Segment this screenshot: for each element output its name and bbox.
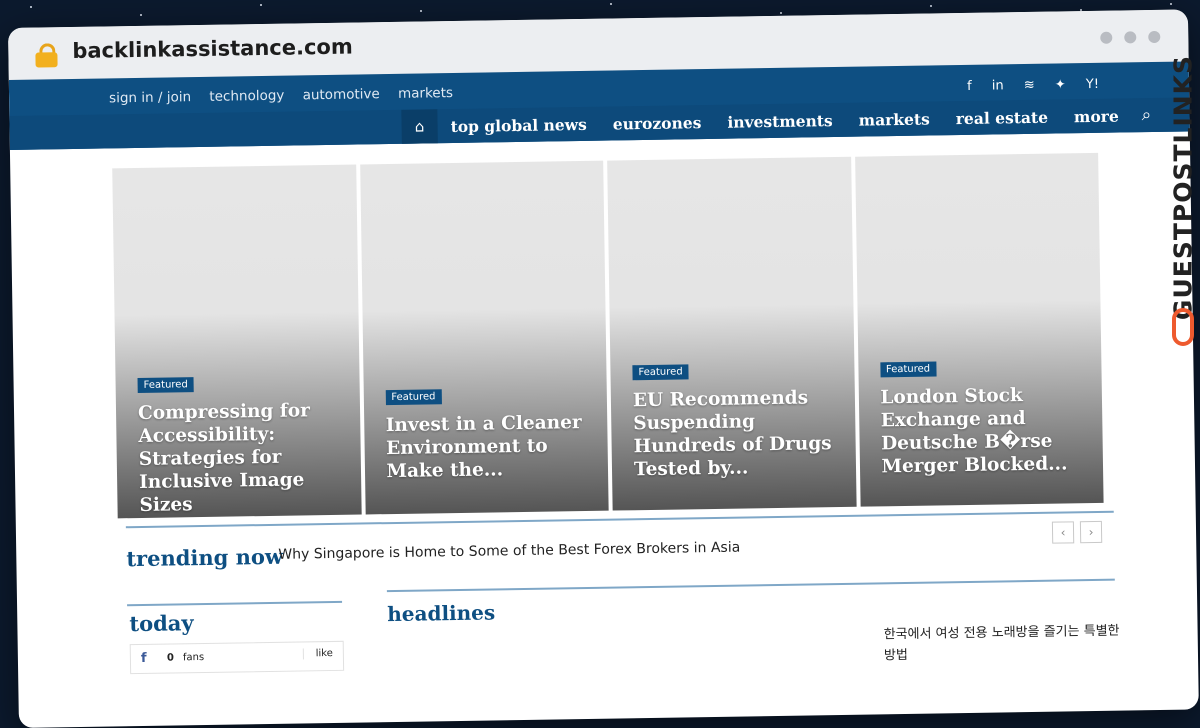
nav-markets[interactable]: markets — [846, 109, 943, 130]
featured-title[interactable]: London Stock Exchange and Deutsche B�rse… — [880, 383, 1089, 478]
featured-card[interactable]: Featured EU Recommends Suspending Hundre… — [607, 156, 857, 511]
nav-eurozones[interactable]: eurozones — [600, 112, 715, 133]
yahoo-icon[interactable]: Y! — [1086, 77, 1099, 92]
featured-grid: Featured Compressing for Accessibility: … — [112, 152, 1104, 519]
link-icon — [1172, 308, 1194, 346]
fans-label: fans — [182, 651, 205, 664]
nav-top-global-news[interactable]: top global news — [437, 114, 599, 136]
featured-badge: Featured — [137, 377, 194, 394]
linkedin-icon[interactable]: in — [992, 78, 1004, 93]
featured-title[interactable]: Invest in a Cleaner Environment to Make … — [386, 411, 595, 483]
twitter-icon[interactable]: ✦ — [1055, 77, 1066, 92]
nav-real-estate[interactable]: real estate — [943, 107, 1061, 128]
featured-badge: Featured — [632, 364, 689, 381]
watermark-text: GUESTPOSTLINKS — [1168, 54, 1198, 321]
facebook-icon: f — [140, 650, 147, 666]
featured-title[interactable]: EU Recommends Suspending Hundreds of Dru… — [633, 386, 842, 481]
divider — [386, 578, 1115, 593]
featured-badge: Featured — [879, 361, 937, 378]
divider — [127, 600, 343, 607]
facebook-icon[interactable]: f — [967, 79, 972, 94]
lock-icon — [34, 43, 58, 68]
nav-investments[interactable]: investments — [714, 110, 846, 132]
featured-card[interactable]: Featured Invest in a Cleaner Environment… — [359, 160, 609, 515]
home-icon[interactable]: ⌂ — [401, 109, 438, 144]
topnav-markets[interactable]: markets — [398, 85, 453, 102]
facebook-fans-box: f 0 fans like — [129, 640, 345, 675]
nav-more[interactable]: more — [1061, 106, 1132, 126]
window-dot-icon[interactable] — [1148, 30, 1161, 44]
headline-item[interactable]: 한국에서 여성 전용 노래방을 즐기는 특별한 방법 — [883, 621, 1124, 667]
window-controls — [1088, 28, 1161, 48]
featured-card[interactable]: Featured Compressing for Accessibility: … — [112, 164, 362, 519]
rss-icon[interactable]: ≋ — [1024, 78, 1035, 93]
topnav-technology[interactable]: technology — [209, 88, 284, 105]
chevron-left-icon[interactable]: ‹ — [1051, 521, 1075, 544]
watermark: GUESTPOSTLINKS — [1168, 55, 1198, 358]
featured-badge: Featured — [385, 389, 442, 406]
fans-count: 0 — [166, 652, 174, 664]
featured-title[interactable]: Compressing for Accessibility: Strategie… — [138, 399, 347, 517]
signin-link[interactable]: sign in / join — [109, 89, 191, 106]
main-nav: ⌂ top global news eurozones investments … — [401, 98, 1161, 144]
trending-label: trending now — [126, 543, 284, 572]
social-links: f in ≋ ✦ Y! — [951, 77, 1099, 94]
top-nav: sign in / join technology automotive mar… — [109, 85, 467, 106]
window-dot-icon[interactable] — [1124, 31, 1137, 44]
trending-arrows: ‹ › — [1046, 520, 1103, 544]
address-bar[interactable]: backlinkassistance.com — [72, 35, 353, 63]
chevron-right-icon[interactable]: › — [1079, 520, 1103, 544]
browser-window: backlinkassistance.com sign in / join te… — [8, 9, 1199, 728]
like-button[interactable]: like — [302, 647, 333, 660]
window-dot-icon[interactable] — [1100, 31, 1113, 44]
featured-card[interactable]: Featured London Stock Exchange and Deuts… — [854, 152, 1104, 507]
today-heading: today — [129, 610, 194, 637]
trending-headline[interactable]: Why Singapore is Home to Some of the Bes… — [278, 540, 740, 563]
headlines-heading: headlines — [387, 600, 496, 627]
topnav-automotive[interactable]: automotive — [303, 86, 380, 103]
search-icon[interactable]: ⌕ — [1132, 105, 1162, 125]
